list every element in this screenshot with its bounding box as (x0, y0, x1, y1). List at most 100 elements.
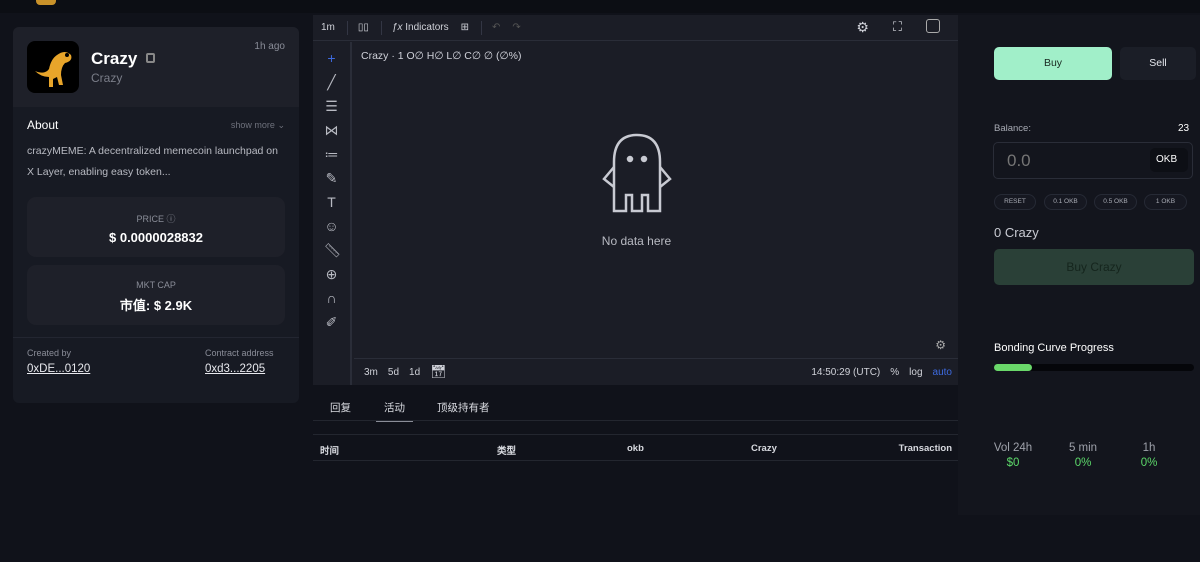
price-label: PRICE (136, 214, 164, 224)
zoom-in-icon[interactable]: ⊕ (324, 266, 340, 282)
col-type: 类型 (497, 446, 517, 457)
trend-line-icon[interactable]: ╱ (324, 74, 340, 90)
info-icon: ⓘ (166, 214, 176, 224)
trade-panel: Buy Sell Balance: 23 OKB RESET 0.1 OKB 0… (958, 15, 1200, 515)
contract-address-link[interactable]: 0xd3...2205 (205, 363, 274, 375)
price-card: PRICE ⓘ $ 0.0000028832 (27, 197, 285, 257)
pattern-icon[interactable]: ⋈ (324, 122, 340, 138)
col-okb: okb (627, 443, 644, 454)
chart-time: 14:50:29 (UTC) (811, 366, 881, 378)
crosshair-icon[interactable]: + (324, 50, 340, 66)
undo-icon[interactable]: ↶ (492, 22, 500, 33)
stat-value: 0% (1074, 457, 1092, 469)
stat-value: 0% (1140, 457, 1158, 469)
token-symbol: Crazy (91, 71, 123, 85)
range-3m[interactable]: 3m (364, 367, 378, 378)
bonding-curve-progress-bar (994, 364, 1194, 371)
token-header: Crazy Crazy 1h ago (13, 27, 299, 107)
logo (36, 0, 56, 5)
chip-1-okb[interactable]: 1 OKB (1144, 194, 1187, 210)
tab-top-holders[interactable]: 顶级持有者 (437, 400, 490, 415)
interval-button[interactable]: 1m (321, 22, 335, 33)
stat-vol-24h: Vol 24h $0 (982, 442, 1044, 469)
percent-toggle[interactable]: % (890, 367, 899, 378)
log-toggle[interactable]: log (909, 367, 922, 378)
mcap-label: MKT CAP (136, 280, 176, 290)
emoji-icon[interactable]: ☺ (324, 218, 340, 234)
candle-type-icon[interactable]: ▯▯ (358, 22, 369, 33)
redo-icon[interactable]: ↷ (512, 22, 520, 33)
mcap-card: MKT CAP 市值: $ 2.9K (27, 265, 285, 325)
templates-icon[interactable]: ⊞ (461, 22, 469, 33)
chip-0-5-okb[interactable]: 0.5 OKB (1094, 194, 1137, 210)
creator-address-link[interactable]: 0xDE...0120 (27, 363, 90, 375)
no-data-message: No data here (601, 234, 672, 248)
token-description: crazyMEME: A decentralized memecoin laun… (27, 145, 278, 178)
copy-icon[interactable] (146, 53, 155, 63)
indicators-button[interactable]: ƒx Indicators (392, 22, 449, 33)
magnet-icon[interactable]: ∩ (324, 290, 340, 306)
camera-icon[interactable] (926, 19, 940, 33)
created-by: Created by 0xDE...0120 (27, 348, 90, 375)
chart-settings-icon[interactable]: ⚙ (935, 338, 946, 352)
buy-tab[interactable]: Buy (994, 47, 1112, 80)
drawing-tools: + ╱ ☰ ⋈ ≔ ✎ T ☺ 📏︎ ⊕ ∩ ✐ (313, 42, 352, 385)
tab-activity[interactable]: 活动 (376, 400, 413, 422)
stat-5min: 5 min 0% (1052, 442, 1114, 469)
chevron-down-icon: ⌄ (277, 120, 285, 130)
ghost-icon (600, 127, 674, 220)
progress-fill (994, 364, 1032, 371)
token-info-panel: Crazy Crazy 1h ago About show more ⌄ cra… (13, 27, 299, 403)
top-bar (0, 0, 1200, 13)
price-value: $ 0.0000028832 (109, 230, 203, 245)
chart-toolbar: 1m ▯▯ ƒx Indicators ⊞ ↶ ↷ ⚙ ⛶ (313, 15, 960, 41)
col-transaction: Transaction (898, 443, 952, 454)
table-header: 时间 类型 okb Crazy Transaction (313, 434, 960, 461)
show-more-button[interactable]: show more ⌄ (231, 120, 285, 131)
buy-token-button[interactable]: Buy Crazy (994, 249, 1194, 285)
lock-drawing-icon[interactable]: ✐ (324, 314, 340, 330)
balance-value: 23 (1178, 123, 1190, 134)
projection-icon[interactable]: ≔ (324, 146, 340, 162)
divider (380, 20, 382, 35)
created-by-label: Created by (27, 348, 72, 358)
chart-legend: Crazy · 1 O∅ H∅ L∅ C∅ ∅ (∅%) (361, 50, 522, 62)
calendar-icon[interactable]: 📅︎ (430, 364, 447, 380)
divider (346, 20, 348, 35)
activity-tabs: 回复 活动 顶级持有者 (313, 395, 960, 422)
token-name: Crazy (91, 49, 138, 68)
mcap-value: 市值: $ 2.9K (119, 298, 193, 313)
stat-value: $0 (1006, 457, 1020, 469)
fx-icon: ƒx (391, 22, 403, 33)
divider (481, 20, 483, 35)
divider (13, 337, 299, 338)
stat-label: 5 min (1068, 442, 1098, 454)
about-heading: About (27, 118, 59, 132)
brush-icon[interactable]: ✎ (324, 170, 340, 186)
contract: Contract address 0xd3...2205 (205, 348, 274, 375)
range-1d[interactable]: 1d (409, 367, 420, 378)
chart-toolbar-right: ⚙ ⛶ (856, 19, 960, 36)
stat-label: Vol 24h (993, 442, 1033, 454)
text-icon[interactable]: T (324, 194, 340, 210)
range-5d[interactable]: 5d (388, 367, 399, 378)
stat-label: 1h (1142, 442, 1156, 454)
tab-replies[interactable]: 回复 (330, 400, 351, 415)
settings-icon[interactable]: ⚙ (856, 19, 869, 36)
fib-icon[interactable]: ☰ (324, 98, 340, 114)
chart-bottom-bar: 3m 5d 1d 📅︎ 14:50:29 (UTC) % log auto (354, 358, 960, 385)
reset-chip[interactable]: RESET (994, 194, 1036, 210)
chip-0-1-okb[interactable]: 0.1 OKB (1044, 194, 1087, 210)
bonding-curve-label: Bonding Curve Progress (994, 342, 1114, 354)
token-age: 1h ago (254, 41, 285, 52)
col-time: 时间 (320, 446, 340, 457)
token-avatar (27, 41, 79, 93)
indicators-label: Indicators (405, 22, 449, 33)
contract-label: Contract address (205, 348, 274, 358)
sell-tab[interactable]: Sell (1120, 47, 1196, 80)
currency-selector[interactable]: OKB (1150, 148, 1188, 172)
fullscreen-icon[interactable]: ⛶ (893, 19, 902, 36)
price-chart[interactable]: 1m ▯▯ ƒx Indicators ⊞ ↶ ↷ ⚙ ⛶ + ╱ ☰ ⋈ ≔ … (313, 15, 960, 385)
receive-amount: 0 Crazy (994, 225, 1039, 240)
auto-toggle[interactable]: auto (933, 367, 952, 378)
